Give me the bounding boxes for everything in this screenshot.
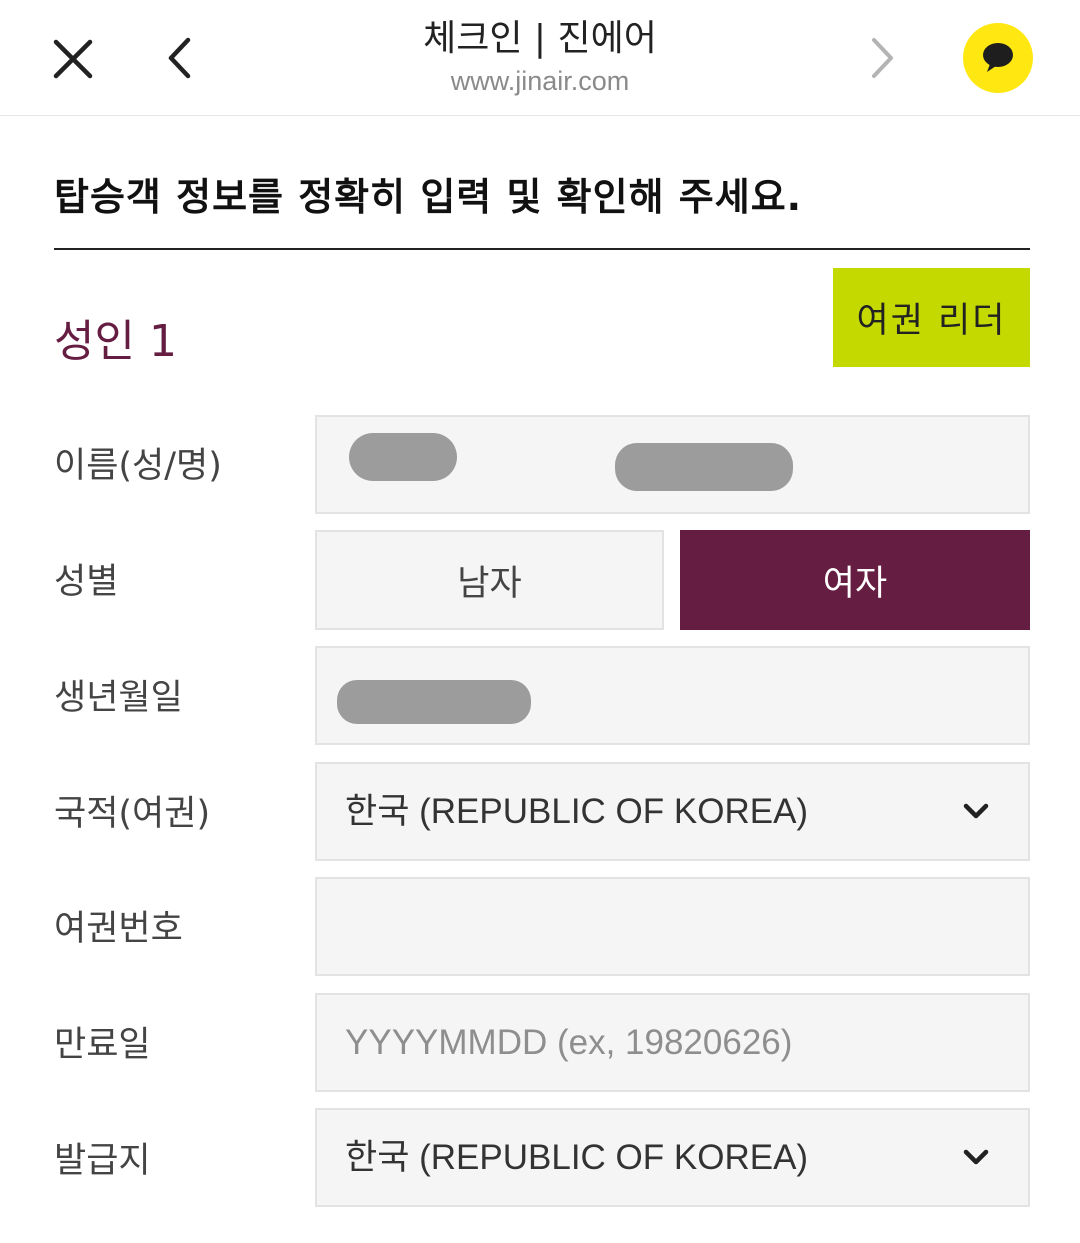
passenger-label: 성인 1	[54, 316, 177, 367]
issuing-country-select[interactable]: 한국 (REPUBLIC OF KOREA)	[315, 1108, 1030, 1207]
chat-bubble-icon	[983, 43, 1013, 72]
chat-button[interactable]	[963, 23, 1033, 93]
passport-number-input[interactable]	[315, 877, 1030, 976]
expiry-placeholder: YYYYMMDD (ex, 19820626)	[345, 1023, 793, 1062]
expiry-label: 만료일	[54, 1025, 151, 1065]
name-field[interactable]	[315, 415, 1030, 514]
birthdate-label: 생년월일	[54, 678, 183, 718]
issuing-country-label: 발급지	[54, 1141, 151, 1181]
chevron-down-icon	[963, 1149, 989, 1165]
nationality-label: 국적(여권)	[54, 794, 211, 834]
browser-title-area: 체크인 | 진에어 www.jinair.com	[340, 14, 740, 98]
browser-title: 체크인 | 진에어	[423, 18, 657, 59]
name-label: 이름(성/명)	[54, 446, 222, 486]
browser-toolbar: 체크인 | 진에어 www.jinair.com	[0, 0, 1080, 116]
gender-male-button[interactable]: 남자	[315, 530, 664, 630]
expiry-input[interactable]: YYYYMMDD (ex, 19820626)	[315, 993, 1030, 1092]
page-heading: 탑승객 정보를 정확히 입력 및 확인해 주세요.	[54, 175, 803, 219]
chevron-down-icon	[963, 803, 989, 819]
close-icon[interactable]	[50, 36, 96, 82]
passport-reader-button[interactable]: 여권 리더	[833, 268, 1030, 367]
birthdate-field[interactable]	[315, 646, 1030, 745]
passport-number-label: 여권번호	[54, 909, 183, 949]
redacted-birthdate	[337, 680, 531, 724]
forward-arrow-icon[interactable]	[860, 34, 906, 82]
nationality-select[interactable]: 한국 (REPUBLIC OF KOREA)	[315, 762, 1030, 861]
issuing-country-value: 한국 (REPUBLIC OF KOREA)	[345, 1138, 809, 1177]
back-arrow-icon[interactable]	[158, 34, 204, 82]
heading-divider	[54, 248, 1030, 250]
gender-label: 성별	[54, 562, 119, 602]
browser-url: www.jinair.com	[450, 66, 630, 96]
redacted-surname	[349, 433, 457, 481]
redacted-given-name	[615, 443, 793, 491]
nationality-value: 한국 (REPUBLIC OF KOREA)	[345, 792, 809, 831]
gender-female-button[interactable]: 여자	[680, 530, 1030, 630]
